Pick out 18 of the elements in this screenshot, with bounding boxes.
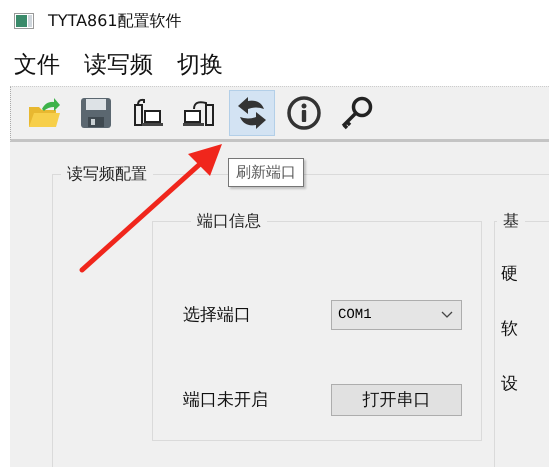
group-title: 读写频配置 [66,164,148,185]
field-label: 设 [501,373,519,395]
tooltip: 刷新端口 [228,158,304,187]
window-title: TYTA861配置软件 [48,10,182,32]
group-title: 端口信息 [196,211,262,232]
open-port-button[interactable]: 打开串口 [331,384,462,416]
refresh-icon[interactable] [229,90,275,136]
menu-item[interactable]: 读写频 [84,48,153,80]
menu-item[interactable]: 切换 [177,48,223,80]
field-label: 软 [501,318,519,340]
menu-item[interactable]: 文件 [14,48,60,80]
caret-icon [441,310,453,318]
status-text: 端口未开启 [183,389,269,411]
field-label: 选择端口 [183,304,252,326]
field-label: 硬 [501,263,519,285]
port-dropdown[interactable]: COM1 [331,300,462,330]
group-title: 基 [502,211,520,232]
app-icon [14,13,34,29]
